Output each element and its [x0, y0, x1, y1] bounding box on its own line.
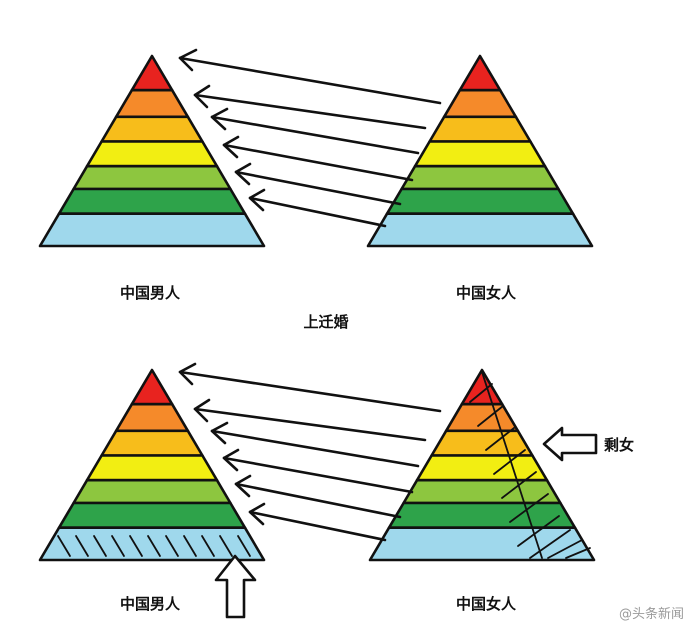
- up-arrow-icon: [214, 554, 257, 619]
- arrow-layer-5: [234, 162, 402, 206]
- pyramid-layer-3: [430, 429, 534, 457]
- pyramid-women-bottom: [368, 368, 596, 562]
- diagram-canvas: 中国男人 中国女人 上迁婚 剩女 中国男人 中国女人 @头条新闻: [38, 48, 684, 622]
- pyramid-layers: [368, 368, 596, 562]
- pyramid-layer-4: [85, 454, 219, 482]
- left-arrow-icon: [542, 426, 598, 462]
- label-men-bottom: 中国男人: [120, 595, 181, 613]
- arrow-layer-5: [234, 474, 402, 519]
- pyramid-layer-5: [72, 164, 232, 191]
- arrow-layer-4: [222, 448, 414, 494]
- pyramid-layer-4: [413, 140, 547, 168]
- arrow-layer-2: [193, 84, 427, 130]
- arrow-layer-1: [178, 362, 442, 413]
- pyramid-layer-6: [57, 187, 247, 215]
- pyramid-layer-7: [368, 526, 596, 562]
- label-leftover-women: 剩女: [604, 436, 634, 454]
- pyramid-layer-5: [400, 164, 560, 191]
- label-women-bottom: 中国女人: [456, 595, 517, 613]
- pyramid-layer-3: [428, 115, 532, 143]
- pyramid-layer-2: [442, 88, 518, 119]
- caption-hypergamy: 上迁婚: [303, 313, 348, 331]
- pyramid-layer-3: [100, 115, 204, 143]
- arrow-layer-1: [178, 48, 442, 105]
- pyramid-layer-2: [114, 88, 190, 119]
- pyramid-layer-1: [130, 54, 174, 92]
- pyramid-layer-5: [402, 478, 562, 505]
- pyramid-layer-5: [72, 478, 232, 505]
- arrow-layer-3: [210, 421, 420, 468]
- pyramid-layer-4: [85, 140, 219, 168]
- arrow-layer-6: [248, 188, 387, 228]
- pyramid-layer-2: [444, 402, 520, 433]
- pyramid-layer-1: [130, 368, 174, 406]
- pyramid-layer-1: [458, 54, 502, 92]
- pyramid-layer-7: [366, 212, 594, 248]
- pyramid-layer-2: [114, 402, 190, 433]
- pyramid-layer-6: [57, 501, 247, 530]
- pyramid-layer-3: [100, 429, 204, 457]
- arrow-layer-3: [210, 107, 420, 155]
- label-men-top: 中国男人: [120, 284, 181, 302]
- pyramid-layer-4: [415, 454, 549, 482]
- pyramid-layer-1: [460, 368, 504, 406]
- pyramid-layer-7: [38, 212, 266, 248]
- watermark: @头条新闻: [619, 606, 684, 622]
- label-women-top: 中国女人: [456, 284, 517, 302]
- arrow-layer-4: [222, 135, 414, 182]
- pyramid-layer-6: [385, 187, 575, 215]
